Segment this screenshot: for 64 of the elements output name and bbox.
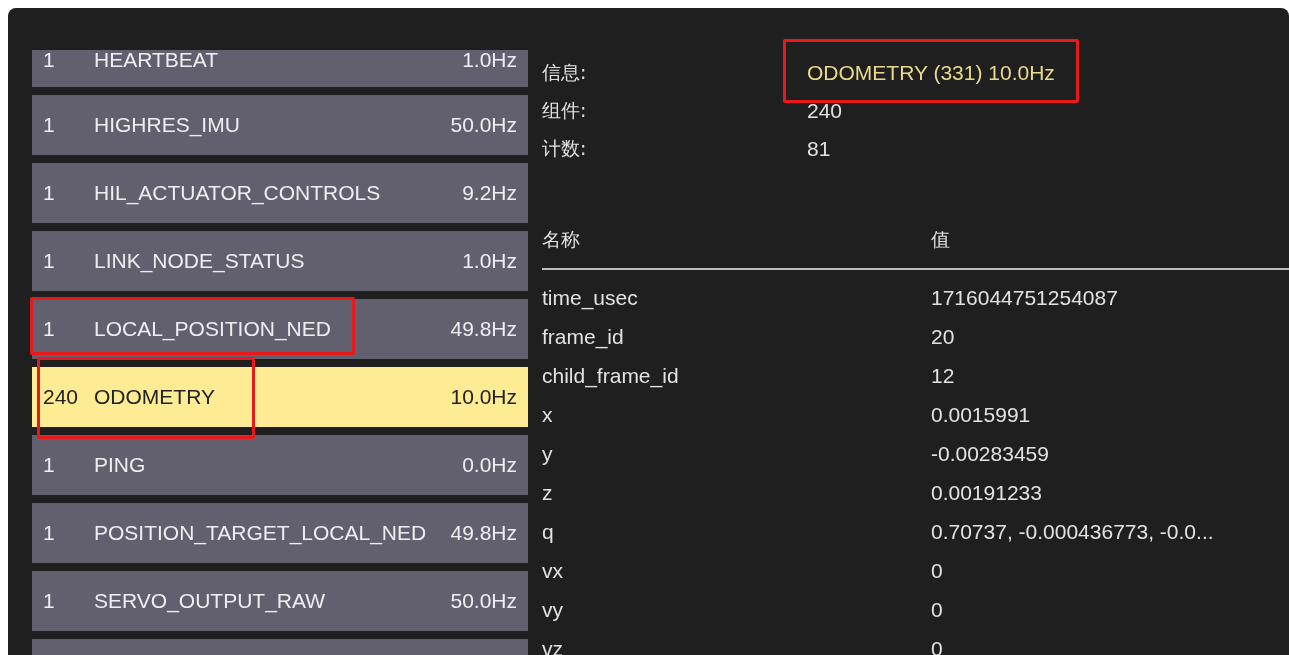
component-id: 1 — [43, 521, 56, 545]
component-id: 1 — [43, 181, 56, 205]
message-rate: 0.0Hz — [462, 453, 517, 477]
field-value: 0 — [931, 597, 943, 622]
message-row[interactable]: 1 HIL_ACTUATOR_CONTROLS 9.2Hz — [32, 163, 528, 223]
field-name: vy — [542, 597, 564, 622]
field-name: vx — [542, 558, 564, 583]
field-value: 20 — [931, 324, 955, 349]
message-name: SERVO_OUTPUT_RAW — [94, 589, 326, 613]
component-id: 1 — [43, 249, 56, 273]
message-name: PING — [94, 453, 146, 477]
message-name: HEARTBEAT — [94, 50, 219, 70]
message-row[interactable]: 1 SERVO_OUTPUT_RAW 50.0Hz — [32, 571, 528, 631]
component-id: 1 — [43, 113, 56, 137]
component-id: 1 — [43, 453, 56, 477]
info-value: 81 — [807, 137, 831, 161]
component-id: 1 — [43, 589, 56, 613]
message-rate: 1.0Hz — [462, 249, 517, 273]
message-row[interactable]: 1 HIGHRES_IMU 50.0Hz — [32, 95, 528, 155]
info-value: 240 — [807, 99, 843, 123]
field-name: z — [542, 480, 554, 505]
field-name: q — [542, 519, 555, 544]
message-row[interactable]: 1 LOCAL_POSITION_NED 49.8Hz — [32, 299, 528, 359]
message-row[interactable]: 1 HEARTBEAT 1.0Hz — [32, 50, 528, 87]
field-name: vz — [542, 636, 564, 655]
message-name: ODOMETRY — [94, 385, 215, 409]
field-name: x — [542, 402, 554, 427]
field-value: 0.00191233 — [931, 480, 1042, 505]
message-row[interactable]: 1 PING 0.0Hz — [32, 435, 528, 495]
message-rate: 50.0Hz — [450, 589, 517, 613]
message-rate: 10.0Hz — [450, 385, 517, 409]
message-rate: 49.8Hz — [450, 317, 517, 341]
message-name: LINK_NODE_STATUS — [94, 249, 305, 273]
message-rate: 1.0Hz — [462, 50, 517, 70]
column-header: 值 — [931, 227, 950, 252]
field-value: 1716044751254087 — [931, 285, 1118, 310]
message-row[interactable]: 240 ODOMETRY 10.0Hz — [32, 367, 528, 427]
info-label: 计数: — [542, 136, 588, 161]
message-row[interactable]: 1 POSITION_TARGET_LOCAL_NED 49.8Hz — [32, 503, 528, 563]
field-value: 12 — [931, 363, 955, 388]
message-row[interactable]: 1 LINK_NODE_STATUS 1.0Hz — [32, 231, 528, 291]
field-name: child_frame_id — [542, 363, 680, 388]
component-id: 1 — [43, 317, 56, 341]
field-value: 0 — [931, 558, 943, 583]
field-value: 0.0015991 — [931, 402, 1031, 427]
message-name: LOCAL_POSITION_NED — [94, 317, 331, 341]
component-id: 240 — [43, 385, 80, 409]
field-name: y — [542, 441, 554, 466]
component-id: 1 — [43, 50, 56, 70]
message-name: HIGHRES_IMU — [94, 113, 240, 137]
field-value: 0.70737, -0.000436773, -0.0... — [931, 519, 1214, 544]
field-name: time_usec — [542, 285, 639, 310]
message-name: HIL_ACTUATOR_CONTROLS — [94, 181, 381, 205]
info-label: 组件: — [542, 98, 588, 123]
message-name: POSITION_TARGET_LOCAL_NED — [94, 521, 427, 545]
column-header: 名称 — [542, 227, 581, 252]
info-label: 信息: — [542, 60, 588, 85]
info-value: ODOMETRY (331) 10.0Hz — [807, 61, 1055, 85]
field-name: frame_id — [542, 324, 625, 349]
field-value: -0.00283459 — [931, 441, 1049, 466]
message-rate: 49.8Hz — [450, 521, 517, 545]
field-value: 0 — [931, 636, 943, 655]
message-rate: 50.0Hz — [450, 113, 517, 137]
message-rate: 9.2Hz — [462, 181, 517, 205]
